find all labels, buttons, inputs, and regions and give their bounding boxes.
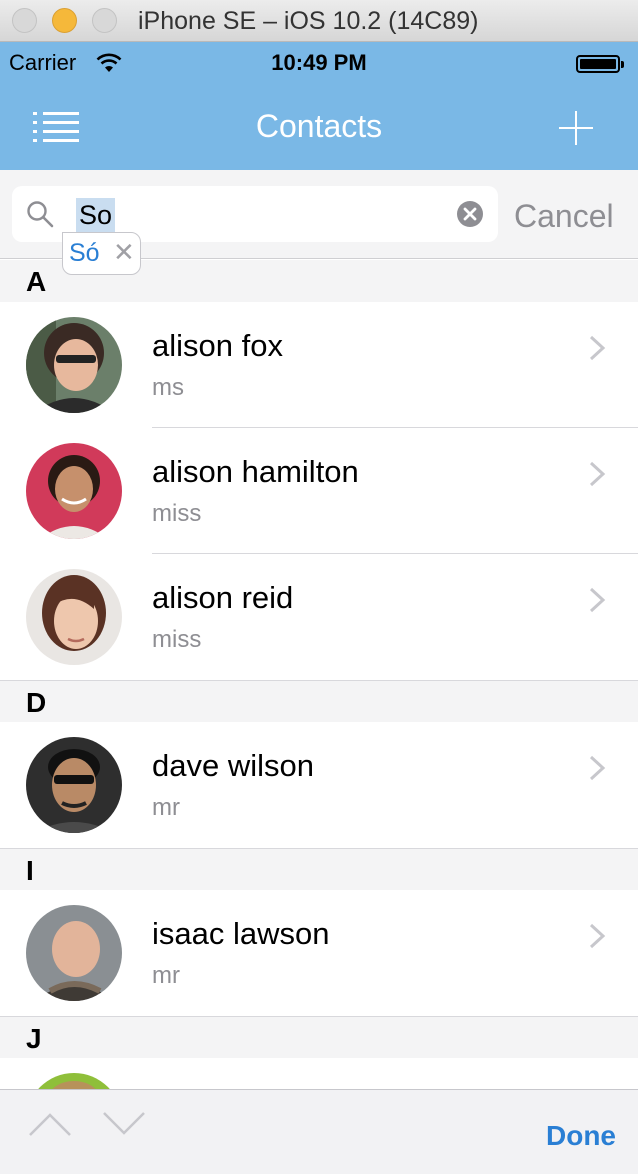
contact-row[interactable]: isaac lawson mr: [0, 890, 638, 1016]
window-title: iPhone SE – iOS 10.2 (14C89): [138, 7, 479, 35]
contact-row[interactable]: alison fox ms: [0, 302, 638, 428]
contact-title: miss: [152, 500, 202, 527]
battery-icon: [576, 55, 624, 73]
contact-list: A alison fox ms alison hamilton miss ali…: [0, 260, 638, 1118]
chevron-down-icon[interactable]: [102, 1110, 146, 1138]
section-letter: J: [26, 1023, 42, 1054]
chevron-right-icon: [589, 587, 606, 613]
chevron-right-icon: [589, 461, 606, 487]
avatar: [26, 443, 122, 539]
contact-title: mr: [152, 794, 180, 821]
window-close-button[interactable]: [12, 8, 37, 33]
avatar: [26, 905, 122, 1001]
chevron-right-icon: [589, 923, 606, 949]
dismiss-suggestion-icon[interactable]: ✕: [113, 237, 135, 268]
contact-name: dave wilson: [152, 748, 314, 783]
section-letter: I: [26, 855, 34, 886]
section-letter: A: [26, 266, 47, 297]
section-header-j: J: [0, 1016, 638, 1058]
chevron-right-icon: [589, 335, 606, 361]
window-zoom-button[interactable]: [92, 8, 117, 33]
contact-row[interactable]: alison reid miss: [0, 554, 638, 680]
contact-name: alison hamilton: [152, 454, 359, 489]
section-header-d: D: [0, 680, 638, 722]
suggestion-text: Só: [69, 239, 100, 267]
contact-name: alison reid: [152, 580, 294, 615]
status-bar: Carrier 10:49 PM: [0, 42, 638, 82]
keyboard-accessory-bar: Done: [0, 1089, 638, 1174]
avatar: [26, 737, 122, 833]
done-button[interactable]: Done: [546, 1120, 616, 1152]
section-letter: D: [26, 687, 47, 718]
window-titlebar: iPhone SE – iOS 10.2 (14C89): [0, 0, 638, 42]
clear-search-icon[interactable]: [456, 200, 484, 228]
chevron-up-icon[interactable]: [28, 1110, 72, 1138]
contact-row[interactable]: dave wilson mr: [0, 722, 638, 848]
contact-title: ms: [152, 374, 184, 401]
contact-title: mr: [152, 962, 180, 989]
avatar: [26, 317, 122, 413]
page-title: Contacts: [255, 108, 383, 144]
add-contact-icon[interactable]: [558, 110, 594, 146]
cancel-button[interactable]: Cancel: [514, 198, 614, 235]
autocorrect-suggestion[interactable]: Só ✕: [62, 232, 141, 275]
search-icon: [27, 201, 54, 228]
contact-title: miss: [152, 626, 202, 653]
search-query-text: So: [76, 198, 116, 232]
chevron-right-icon: [589, 755, 606, 781]
contact-name: isaac lawson: [152, 916, 330, 951]
avatar: [26, 569, 122, 665]
contact-name: alison fox: [152, 328, 283, 363]
contact-row[interactable]: alison hamilton miss: [0, 428, 638, 554]
navigation-bar: Contacts: [0, 82, 638, 170]
status-time: 10:49 PM: [271, 50, 367, 75]
section-header-i: I: [0, 848, 638, 890]
window-minimize-button[interactable]: [52, 8, 77, 33]
